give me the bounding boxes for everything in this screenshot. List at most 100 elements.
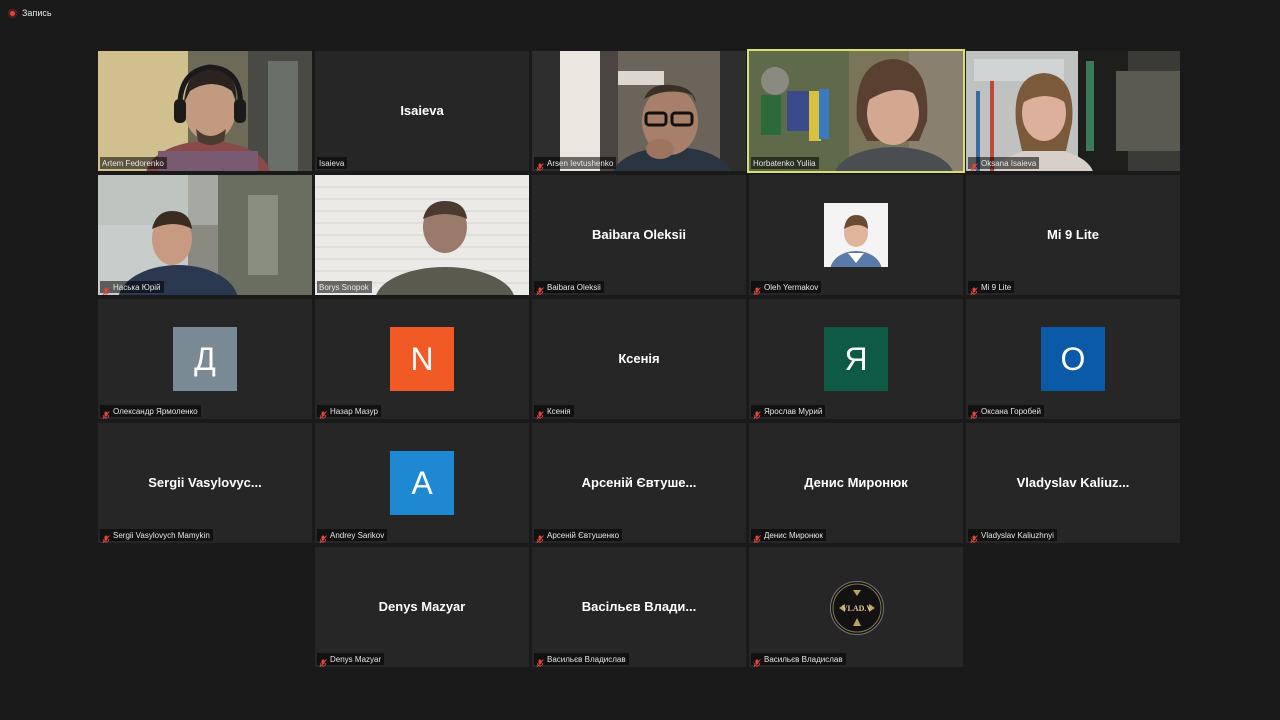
participant-tile[interactable]: Васільєв Влади... Васильєв Владислав [532, 547, 746, 667]
participant-display-name: Sergii Vasylovyc... [148, 475, 262, 490]
participant-tile[interactable]: VLAD.V Васильєв Владислав [749, 547, 963, 667]
participant-name-bar: Baibara Oleksii [534, 281, 604, 295]
participant-display-name: Васільєв Влади... [581, 599, 697, 614]
mic-muted-icon [970, 407, 978, 419]
participant-tile[interactable]: Sergii Vasylovyc... Sergii Vasylovych Mam… [98, 423, 312, 543]
participant-name-bar: Oksana Isaieva [968, 157, 1040, 171]
mic-muted-icon [970, 531, 978, 543]
participant-name: Ксенія [547, 406, 571, 416]
participant-display-name: Денис Миронюк [804, 475, 908, 490]
participant-tile[interactable]: Oksana Isaieva [966, 51, 1180, 171]
participant-name-bar: Mi 9 Lite [968, 281, 1015, 295]
participant-name-bar: Ксенія [534, 405, 574, 419]
participant-tile[interactable]: Наська Юрій [98, 175, 312, 295]
participant-video [98, 175, 312, 295]
participant-tile[interactable]: Artem Fedorenko [98, 51, 312, 171]
participant-name-bar: Ярослав Мурий [751, 405, 826, 419]
participant-name-bar: Олександр Ярмоленко [100, 405, 201, 419]
participant-video [532, 51, 746, 171]
participant-name-bar: Наська Юрій [100, 281, 164, 295]
participant-avatar: N [390, 327, 454, 391]
participant-name: Denys Mazyar [330, 654, 382, 664]
participant-name: Horbatenko Yuliia [753, 158, 816, 168]
participant-video [966, 51, 1180, 171]
mic-muted-icon [753, 283, 761, 295]
participant-name: Artem Fedorenko [102, 158, 164, 168]
participant-tile[interactable]: Oleh Yermakov [749, 175, 963, 295]
mic-muted-icon [319, 655, 327, 667]
participant-tile[interactable]: Я Ярослав Мурий [749, 299, 963, 419]
participant-name: Денис Миронюк [764, 530, 823, 540]
participant-video [98, 51, 312, 171]
participant-name: Sergii Vasylovych Mamykin [113, 530, 210, 540]
mic-muted-icon [102, 283, 110, 295]
participant-name-bar: Borys Snopok [317, 281, 372, 293]
participant-name: Andrey Sarikov [330, 530, 385, 540]
participant-name: Borys Snopok [319, 282, 369, 292]
participant-tile[interactable]: Isaieva Isaieva [315, 51, 529, 171]
gallery-grid: Artem Fedorenko Isaieva Isaieva Arsen Ievt… [98, 49, 1182, 669]
recording-indicator[interactable]: Запись [8, 6, 52, 20]
participant-tile[interactable]: Denys Mazyar Denys Mazyar [315, 547, 529, 667]
participant-name: Арсеній Євтушенко [547, 530, 620, 540]
participant-name: Oksana Isaieva [981, 158, 1037, 168]
participant-name-bar: Denys Mazyar [317, 653, 385, 667]
participant-tile[interactable]: Арсеній Євтуше... Арсеній Євтушенко [532, 423, 746, 543]
logo-text: VLAD.V [841, 603, 873, 613]
participant-tile[interactable]: N Назар Мазур [315, 299, 529, 419]
participant-name: Васильєв Владислав [547, 654, 626, 664]
participant-name: Vladyslav Kaliuzhnyi [981, 530, 1054, 540]
mic-muted-icon [536, 407, 544, 419]
participant-name-bar: Васильєв Владислав [534, 653, 629, 667]
participant-tile[interactable]: Horbatenko Yuliia [747, 49, 965, 173]
recording-label: Запись [22, 8, 52, 18]
participant-name-bar: Andrey Sarikov [317, 529, 388, 543]
participant-name-bar: Назар Мазур [317, 405, 381, 419]
participant-name: Назар Мазур [330, 406, 378, 416]
participant-name: Ярослав Мурий [764, 406, 823, 416]
participant-name: Олександр Ярмоленко [113, 406, 198, 416]
mic-muted-icon [319, 407, 327, 419]
participant-video [749, 51, 963, 171]
mic-muted-icon [970, 283, 978, 295]
participant-display-name: Ксенія [618, 351, 660, 366]
participant-tile[interactable]: Baibara Oleksii Baibara Oleksii [532, 175, 746, 295]
participant-tile[interactable]: Arsen Ievtushenko [532, 51, 746, 171]
participant-name: Oleh Yermakov [764, 282, 819, 292]
participant-name: Наська Юрій [113, 282, 161, 292]
mic-muted-icon [319, 531, 327, 543]
participant-name: Isaieva [319, 158, 345, 168]
participant-tile[interactable]: O Оксана Горобей [966, 299, 1180, 419]
participant-avatar: Я [824, 327, 888, 391]
participant-name: Васильєв Владислав [764, 654, 843, 664]
participant-tile[interactable]: Денис Миронюк Денис Миронюк [749, 423, 963, 543]
participant-display-name: Vladyslav Kaliuz... [1016, 475, 1130, 490]
mic-muted-icon [536, 531, 544, 543]
participant-tile[interactable]: Mi 9 Lite Mi 9 Lite [966, 175, 1180, 295]
participant-display-name: Mi 9 Lite [1046, 227, 1099, 242]
participant-name-bar: Arsen Ievtushenko [534, 157, 617, 171]
participant-name-bar: Isaieva [317, 157, 348, 169]
participant-name: Baibara Oleksii [547, 282, 601, 292]
participant-name-bar: Vladyslav Kaliuzhnyi [968, 529, 1057, 543]
participant-display-name: Арсеній Євтуше... [581, 475, 697, 490]
participant-video [315, 175, 529, 295]
participant-name: Arsen Ievtushenko [547, 158, 614, 168]
participant-name: Оксана Горобей [981, 406, 1041, 416]
mic-muted-icon [102, 407, 110, 419]
participant-tile[interactable]: Д Олександр Ярмоленко [98, 299, 312, 419]
participant-name-bar: Арсеній Євтушенко [534, 529, 623, 543]
mic-muted-icon [970, 159, 978, 171]
participant-avatar: Д [173, 327, 237, 391]
participant-tile[interactable]: Borys Snopok [315, 175, 529, 295]
participant-name-bar: Васильєв Владислав [751, 653, 846, 667]
participant-name-bar: Horbatenko Yuliia [751, 157, 819, 169]
participant-name-bar: Oleh Yermakov [751, 281, 822, 295]
participant-tile[interactable]: Ксенія Ксенія [532, 299, 746, 419]
participant-avatar: O [1041, 327, 1105, 391]
participant-tile[interactable]: Vladyslav Kaliuz... Vladyslav Kaliuzhnyi [966, 423, 1180, 543]
participant-name-bar: Artem Fedorenko [100, 157, 167, 169]
participant-tile[interactable]: A Andrey Sarikov [315, 423, 529, 543]
mic-muted-icon [753, 531, 761, 543]
mic-muted-icon [536, 283, 544, 295]
